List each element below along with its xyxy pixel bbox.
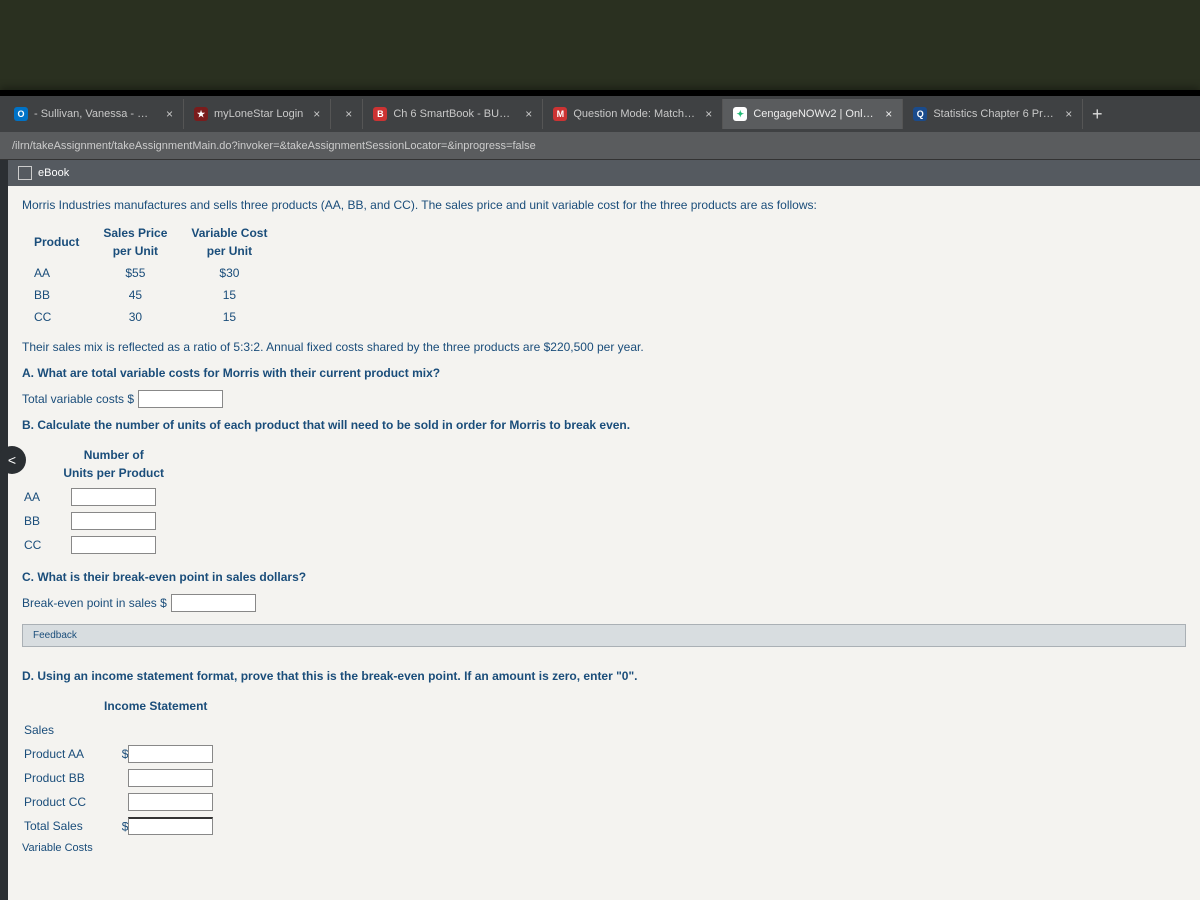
tab-label: - Sullivan, Vanessa - Outloo — [34, 108, 156, 120]
cell: $30 — [179, 262, 279, 284]
quizlet-icon: Q — [913, 107, 927, 121]
breakeven-label: Break-even point in sales $ — [22, 594, 167, 612]
part-b-question: B. Calculate the number of units of each… — [22, 416, 1186, 434]
total-variable-input[interactable] — [138, 390, 223, 408]
cell: 45 — [91, 284, 179, 306]
close-icon[interactable]: × — [1065, 107, 1072, 121]
tab-label: myLoneStar Login — [214, 108, 303, 120]
tab-question-mode[interactable]: M Question Mode: Matching Que × — [543, 99, 723, 129]
table-row: AA $55 $30 — [22, 262, 279, 284]
cell: BB — [22, 284, 91, 306]
table-row: Product AA$ — [24, 743, 215, 765]
th-product: Product — [22, 222, 91, 262]
tab-label: Question Mode: Matching Que — [573, 108, 695, 120]
cell: BB — [24, 510, 51, 532]
th-var-cost: Variable Cost per Unit — [179, 222, 279, 262]
units-cc-input[interactable] — [71, 536, 156, 554]
url-text: /ilrn/takeAssignment/takeAssignmentMain.… — [12, 140, 536, 152]
th-sales-price: Sales Price per Unit — [91, 222, 179, 262]
cell: Total Sales — [24, 815, 94, 838]
tab-label: CengageNOWv2 | Online teach — [753, 108, 875, 120]
sales-mix-text: Their sales mix is reflected as a ratio … — [22, 338, 1186, 356]
cell: CC — [24, 534, 51, 556]
lonestar-icon: ★ — [194, 107, 208, 121]
tab-outlook[interactable]: O - Sullivan, Vanessa - Outloo × — [4, 99, 184, 129]
ebook-icon[interactable] — [18, 166, 32, 180]
tab-smartbook[interactable]: B Ch 6 SmartBook - BUSI-2305 60 × — [363, 99, 543, 129]
tab-mylonestar[interactable]: ★ myLoneStar Login × — [184, 99, 331, 129]
cell: 15 — [179, 284, 279, 306]
table-row: Sales — [24, 719, 215, 741]
browser-tab-bar: O - Sullivan, Vanessa - Outloo × ★ myLon… — [0, 96, 1200, 132]
units-bb-input[interactable] — [71, 512, 156, 530]
table-row: CC — [24, 534, 174, 556]
product-aa-input[interactable] — [128, 745, 213, 763]
table-row: CC 30 15 — [22, 306, 279, 328]
page-content: < eBook Morris Industries manufactures a… — [0, 160, 1200, 900]
units-table: Number of Units per Product AA BB CC — [22, 442, 176, 558]
units-header: Number of Units per Product — [53, 444, 174, 484]
close-icon[interactable]: × — [705, 107, 712, 121]
table-row: Product CC — [24, 791, 215, 813]
total-variable-label: Total variable costs $ — [22, 390, 134, 408]
cell: AA — [22, 262, 91, 284]
close-icon[interactable]: × — [166, 107, 173, 121]
tab-empty[interactable]: × — [331, 99, 363, 129]
problem-intro: Morris Industries manufactures and sells… — [22, 196, 1186, 214]
outlook-icon: O — [14, 107, 28, 121]
table-row: AA — [24, 486, 174, 508]
table-row: Total Sales$ — [24, 815, 215, 838]
table-row: BB — [24, 510, 174, 532]
ebook-bar: eBook — [8, 160, 1200, 186]
cell: 15 — [179, 306, 279, 328]
close-icon[interactable]: × — [313, 107, 320, 121]
part-c-question: C. What is their break-even point in sal… — [22, 568, 1186, 586]
close-icon[interactable]: × — [525, 107, 532, 121]
units-aa-input[interactable] — [71, 488, 156, 506]
part-d-question: D. Using an income statement format, pro… — [22, 667, 1186, 685]
total-sales-input[interactable] — [128, 817, 213, 835]
income-statement-table: Income Statement Sales Product AA$ Produ… — [22, 693, 217, 840]
close-icon[interactable]: × — [885, 107, 892, 121]
cell: 30 — [91, 306, 179, 328]
product-cc-input[interactable] — [128, 793, 213, 811]
tab-statistics[interactable]: Q Statistics Chapter 6 Practice Flas × — [903, 99, 1083, 129]
cell: Product BB — [24, 767, 94, 789]
cell: Sales — [24, 719, 94, 741]
table-row: BB 45 15 — [22, 284, 279, 306]
cengage-icon: ✦ — [733, 107, 747, 121]
income-header: Income Statement — [96, 695, 215, 717]
question-mode-icon: M — [553, 107, 567, 121]
cell: Product CC — [24, 791, 94, 813]
part-a-question: A. What are total variable costs for Mor… — [22, 364, 1186, 382]
breakeven-input[interactable] — [171, 594, 256, 612]
cell: Product AA — [24, 743, 94, 765]
tab-cengagenow[interactable]: ✦ CengageNOWv2 | Online teach × — [723, 99, 903, 129]
cell: CC — [22, 306, 91, 328]
tab-label: Ch 6 SmartBook - BUSI-2305 60 — [393, 108, 515, 120]
close-icon[interactable]: × — [345, 107, 352, 121]
ebook-label[interactable]: eBook — [38, 167, 69, 179]
table-row: Product BB — [24, 767, 215, 789]
cell: $55 — [91, 262, 179, 284]
smartbook-icon: B — [373, 107, 387, 121]
new-tab-button[interactable]: + — [1083, 100, 1111, 128]
feedback-bar[interactable]: Feedback — [22, 624, 1186, 647]
product-bb-input[interactable] — [128, 769, 213, 787]
tab-label: Statistics Chapter 6 Practice Flas — [933, 108, 1055, 120]
cell: AA — [24, 486, 51, 508]
price-cost-table: Product Sales Price per Unit Variable Co… — [22, 222, 279, 328]
cutoff-row: Variable Costs — [22, 840, 1186, 857]
url-bar[interactable]: /ilrn/takeAssignment/takeAssignmentMain.… — [0, 132, 1200, 160]
